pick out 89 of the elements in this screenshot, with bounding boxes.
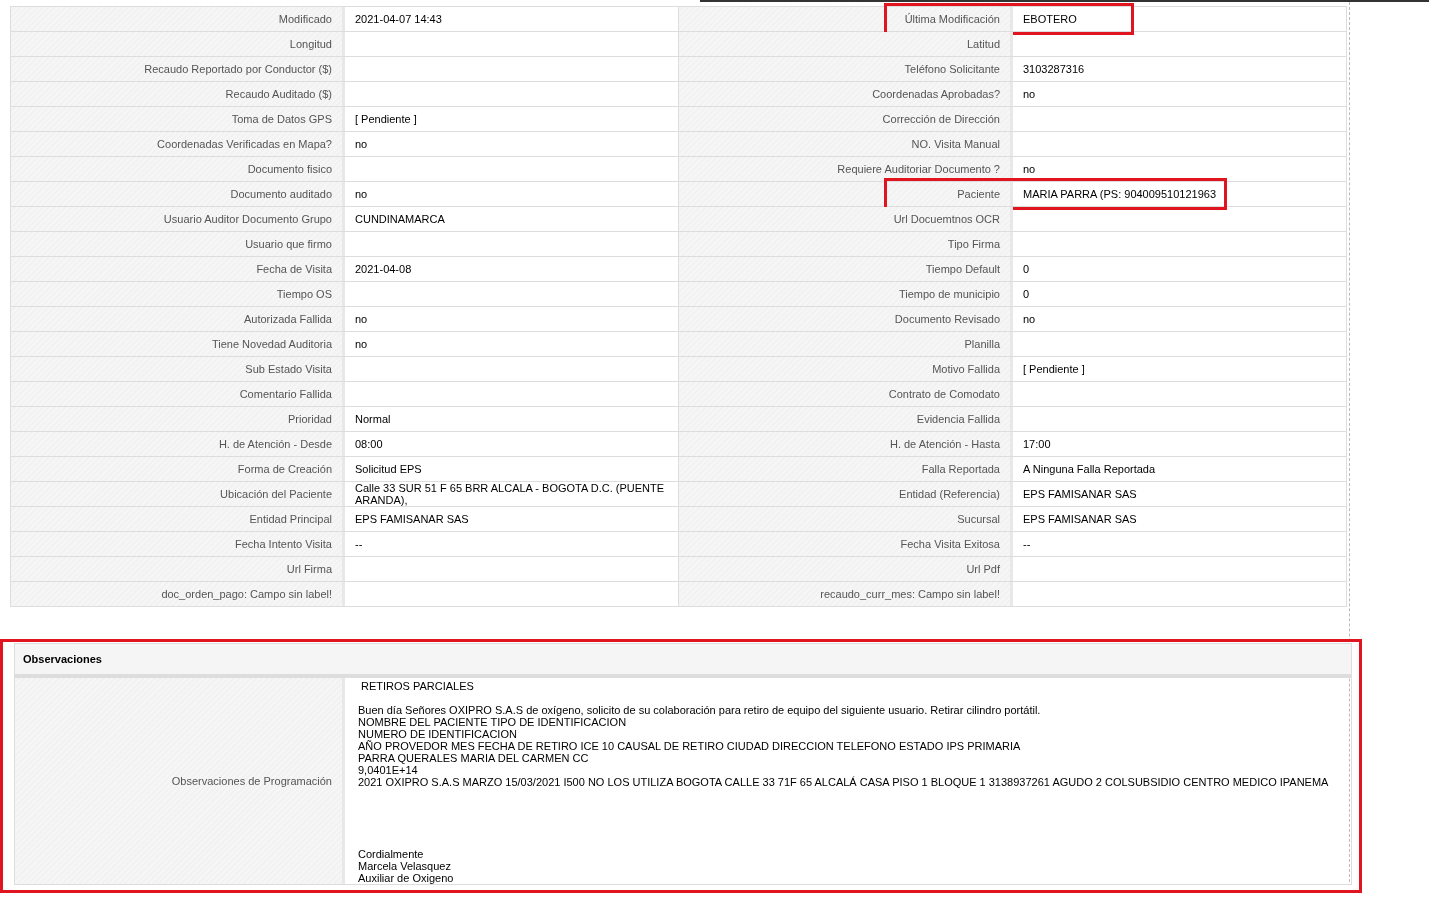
field-value: 0 bbox=[1023, 263, 1030, 275]
field-label: Documento auditado bbox=[11, 182, 345, 206]
field-label: doc_orden_pago: Campo sin label! bbox=[11, 582, 345, 606]
field-value: -- bbox=[355, 538, 363, 550]
field-label: Latitud bbox=[679, 32, 1013, 56]
field-value: EPS FAMISANAR SAS bbox=[1023, 513, 1137, 525]
field-label: Comentario Fallida bbox=[11, 382, 345, 406]
field-label: Url Pdf bbox=[679, 557, 1013, 581]
field-value: no bbox=[1023, 163, 1036, 175]
signature-line: Cordialmente bbox=[358, 848, 425, 860]
field-label: Falla Reportada bbox=[679, 457, 1013, 481]
field-label: Recaudo Auditado ($) bbox=[11, 82, 345, 106]
field-label: Requiere Auditoriar Documento ? bbox=[679, 157, 1013, 181]
field-label: Coordenadas Verificadas en Mapa? bbox=[11, 132, 345, 156]
field-value: no bbox=[1023, 88, 1036, 100]
field-label: Sub Estado Visita bbox=[11, 357, 345, 381]
field-value: Normal bbox=[355, 413, 391, 425]
field-value: no bbox=[355, 138, 368, 150]
field-label: Tiempo OS bbox=[11, 282, 345, 306]
field-label: Fecha de Visita bbox=[11, 257, 345, 281]
field-label: Tiene Novedad Auditoria bbox=[11, 332, 345, 356]
field-value: Calle 33 SUR 51 F 65 BRR ALCALA - BOGOTA D.C. (PUENTE ARANDA), bbox=[355, 482, 666, 506]
field-label: Última Modificación bbox=[679, 7, 1013, 31]
field-value: -- bbox=[1023, 538, 1031, 550]
field-label: Documento fisico bbox=[11, 157, 345, 181]
field-label: Entidad (Referencia) bbox=[679, 482, 1013, 506]
field-value: 2021-04-08 bbox=[355, 263, 412, 275]
field-label: Ubicación del Paciente bbox=[11, 482, 345, 506]
field-label: Recaudo Reportado por Conductor ($) bbox=[11, 57, 345, 81]
field-label: Contrato de Comodato bbox=[679, 382, 1013, 406]
field-label: Paciente bbox=[679, 182, 1013, 206]
field-label: Planilla bbox=[679, 332, 1013, 356]
observation-line: 2021 OXIPRO S.A.S MARZO 15/03/2021 I500 NO LOS UTILIZA BOGOTA CALLE 33 71F 65 ALCALÁ CASA PISO 1 BLOQUE 1 3138937261 AGUDO 2 COLSUBSIDIO CENTRO MEDICO IPANEMA bbox=[358, 776, 1330, 788]
field-label: Url Firma bbox=[11, 557, 345, 581]
field-label: Observaciones de Programación bbox=[171, 775, 332, 787]
field-label: Motivo Fallida bbox=[679, 357, 1013, 381]
observation-line: PARRA QUERALES MARIA DEL CARMEN CC bbox=[358, 752, 590, 764]
field-label: Autorizada Fallida bbox=[11, 307, 345, 331]
field-label: Coordenadas Aprobadas? bbox=[679, 82, 1013, 106]
observation-line: Buen día Señores OXIPRO S.A.S de oxígeno, solicito de su colaboración para retiro de equipo del siguiente usuario. Retirar cilindro portátil. bbox=[358, 704, 1042, 716]
field-value: 17:00 bbox=[1023, 438, 1051, 450]
field-label: Evidencia Fallida bbox=[679, 407, 1013, 431]
field-label: Usuario que firmo bbox=[11, 232, 345, 256]
field-label: Entidad Principal bbox=[11, 507, 345, 531]
observation-heading: RETIROS PARCIALES bbox=[360, 680, 475, 692]
field-label: Toma de Datos GPS bbox=[11, 107, 345, 131]
field-value: A Ninguna Falla Reportada bbox=[1023, 463, 1156, 475]
field-value: CUNDINAMARCA bbox=[355, 213, 445, 225]
field-value: EBOTERO bbox=[1023, 13, 1077, 25]
field-label: Tipo Firma bbox=[679, 232, 1013, 256]
field-value: no bbox=[1023, 313, 1036, 325]
field-value: EPS FAMISANAR SAS bbox=[355, 513, 469, 525]
observation-line: 9,0401E+14 bbox=[358, 764, 419, 776]
field-label: Longitud bbox=[11, 32, 345, 56]
field-label: Fecha Visita Exitosa bbox=[679, 532, 1013, 556]
observation-line: NOMBRE DEL PACIENTE TIPO DE IDENTIFICACION bbox=[358, 716, 628, 728]
field-value: 0 bbox=[1023, 288, 1030, 300]
field-value: 3103287316 bbox=[1023, 63, 1085, 75]
observation-line: NUMERO DE IDENTIFICACION bbox=[358, 728, 518, 740]
field-value: [ Pendiente ] bbox=[1023, 363, 1085, 375]
field-value: no bbox=[355, 313, 368, 325]
field-label: H. de Atención - Desde bbox=[11, 432, 345, 456]
field-label: NO. Visita Manual bbox=[679, 132, 1013, 156]
field-value: 08:00 bbox=[355, 438, 383, 450]
field-value: MARIA PARRA (PS: 904009510121963 bbox=[1023, 188, 1217, 200]
field-value: no bbox=[355, 338, 368, 350]
field-label: Corrección de Dirección bbox=[679, 107, 1013, 131]
section-title: Observaciones bbox=[15, 644, 1351, 678]
field-label: Fecha Intento Visita bbox=[11, 532, 345, 556]
field-label: H. de Atención - Hasta bbox=[679, 432, 1013, 456]
observation-line: AÑO PROVEDOR MES FECHA DE RETIRO ICE 10 CAUSAL DE RETIRO CIUDAD DIRECCION TELEFONO ESTADO IPS PRIMARIA bbox=[358, 740, 1022, 752]
field-value: EPS FAMISANAR SAS bbox=[1023, 488, 1137, 500]
field-label: recaudo_curr_mes: Campo sin label! bbox=[679, 582, 1013, 606]
field-label: Documento Revisado bbox=[679, 307, 1013, 331]
signature-line: Auxiliar de Oxigeno bbox=[358, 872, 455, 884]
field-value: [ Pendiente ] bbox=[355, 113, 417, 125]
field-label: Teléfono Solicitante bbox=[679, 57, 1013, 81]
field-label: Prioridad bbox=[11, 407, 345, 431]
field-label: Tiempo Default bbox=[679, 257, 1013, 281]
field-label: Forma de Creación bbox=[11, 457, 345, 481]
field-value: Solicitud EPS bbox=[355, 463, 422, 475]
field-label: Usuario Auditor Documento Grupo bbox=[11, 207, 345, 231]
field-value: 2021-04-07 14:43 bbox=[355, 13, 442, 25]
field-label: Tiempo de municipio bbox=[679, 282, 1013, 306]
field-label: Modificado bbox=[11, 7, 345, 31]
signature-line: Marcela Velasquez bbox=[358, 860, 452, 872]
field-value: no bbox=[355, 188, 368, 200]
field-label: Url Docuemtnos OCR bbox=[679, 207, 1013, 231]
field-label: Sucursal bbox=[679, 507, 1013, 531]
